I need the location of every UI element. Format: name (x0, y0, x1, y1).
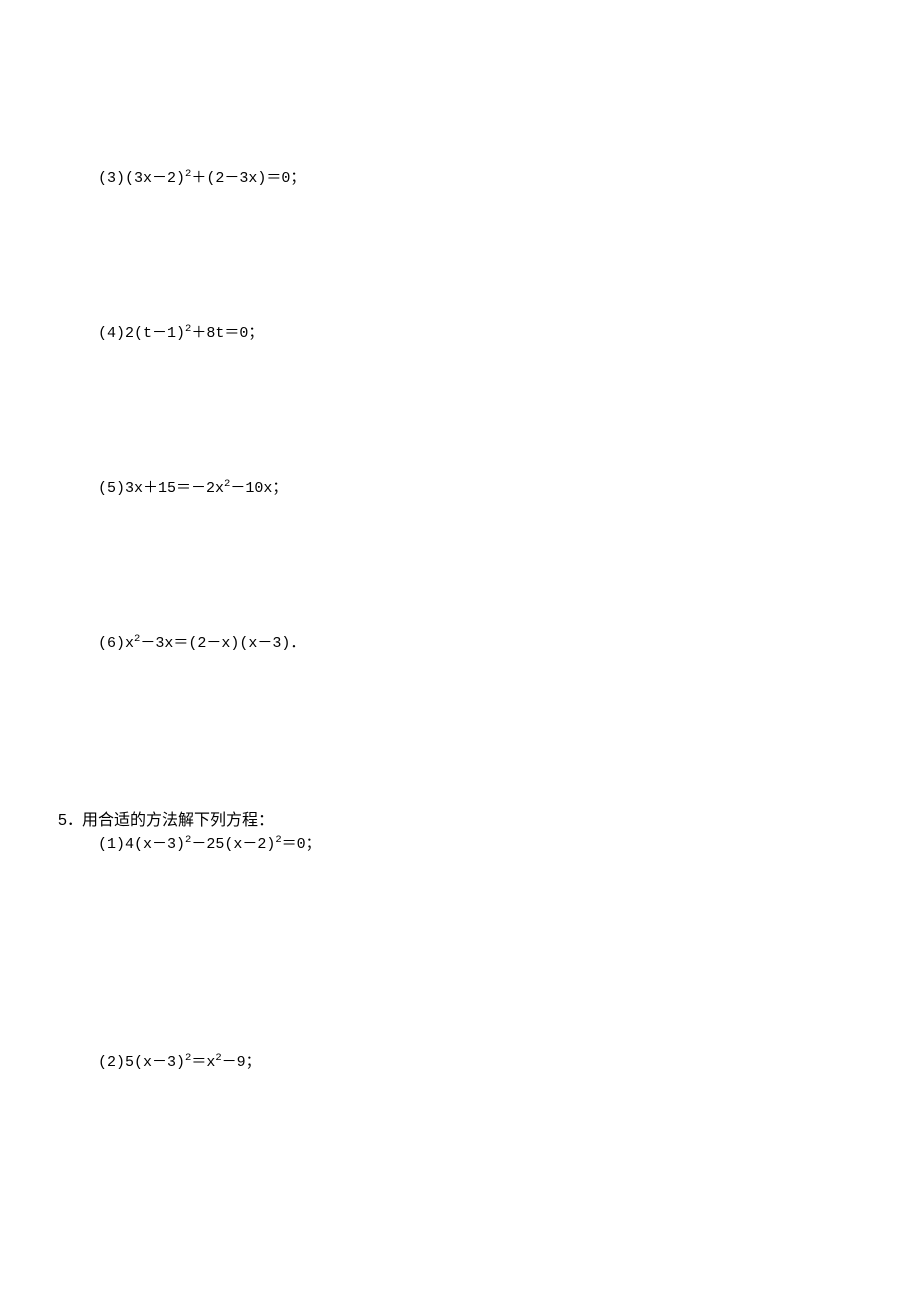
question-5-number: 5． (58, 810, 83, 832)
equation-3: (3)(3x－2)2＋(2－3x)＝0； (98, 168, 305, 189)
question-5-sub2: (2)5(x－3)2＝x2－9； (98, 1052, 261, 1073)
question-5-sub1: (1)4(x－3)2－25(x－2)2＝0； (98, 834, 321, 855)
eq6-text: (6)x2－3x＝(2－x)(x－3)． (98, 635, 305, 652)
eq3-text: (3)(3x－2)2＋(2－3x)＝0； (98, 170, 305, 187)
equation-6: (6)x2－3x＝(2－x)(x－3)． (98, 633, 305, 654)
q5-sub1-text: (1)4(x－3)2－25(x－2)2＝0； (98, 836, 321, 853)
equation-5: (5)3x＋15＝－2x2－10x； (98, 478, 287, 499)
q5-sub2-text: (2)5(x－3)2＝x2－9； (98, 1054, 261, 1071)
equation-4: (4)2(t－1)2＋8t＝0； (98, 323, 263, 344)
eq4-text: (4)2(t－1)2＋8t＝0； (98, 325, 263, 342)
question-5-text: 用合适的方法解下列方程： (82, 810, 274, 832)
eq5-text: (5)3x＋15＝－2x2－10x； (98, 480, 287, 497)
